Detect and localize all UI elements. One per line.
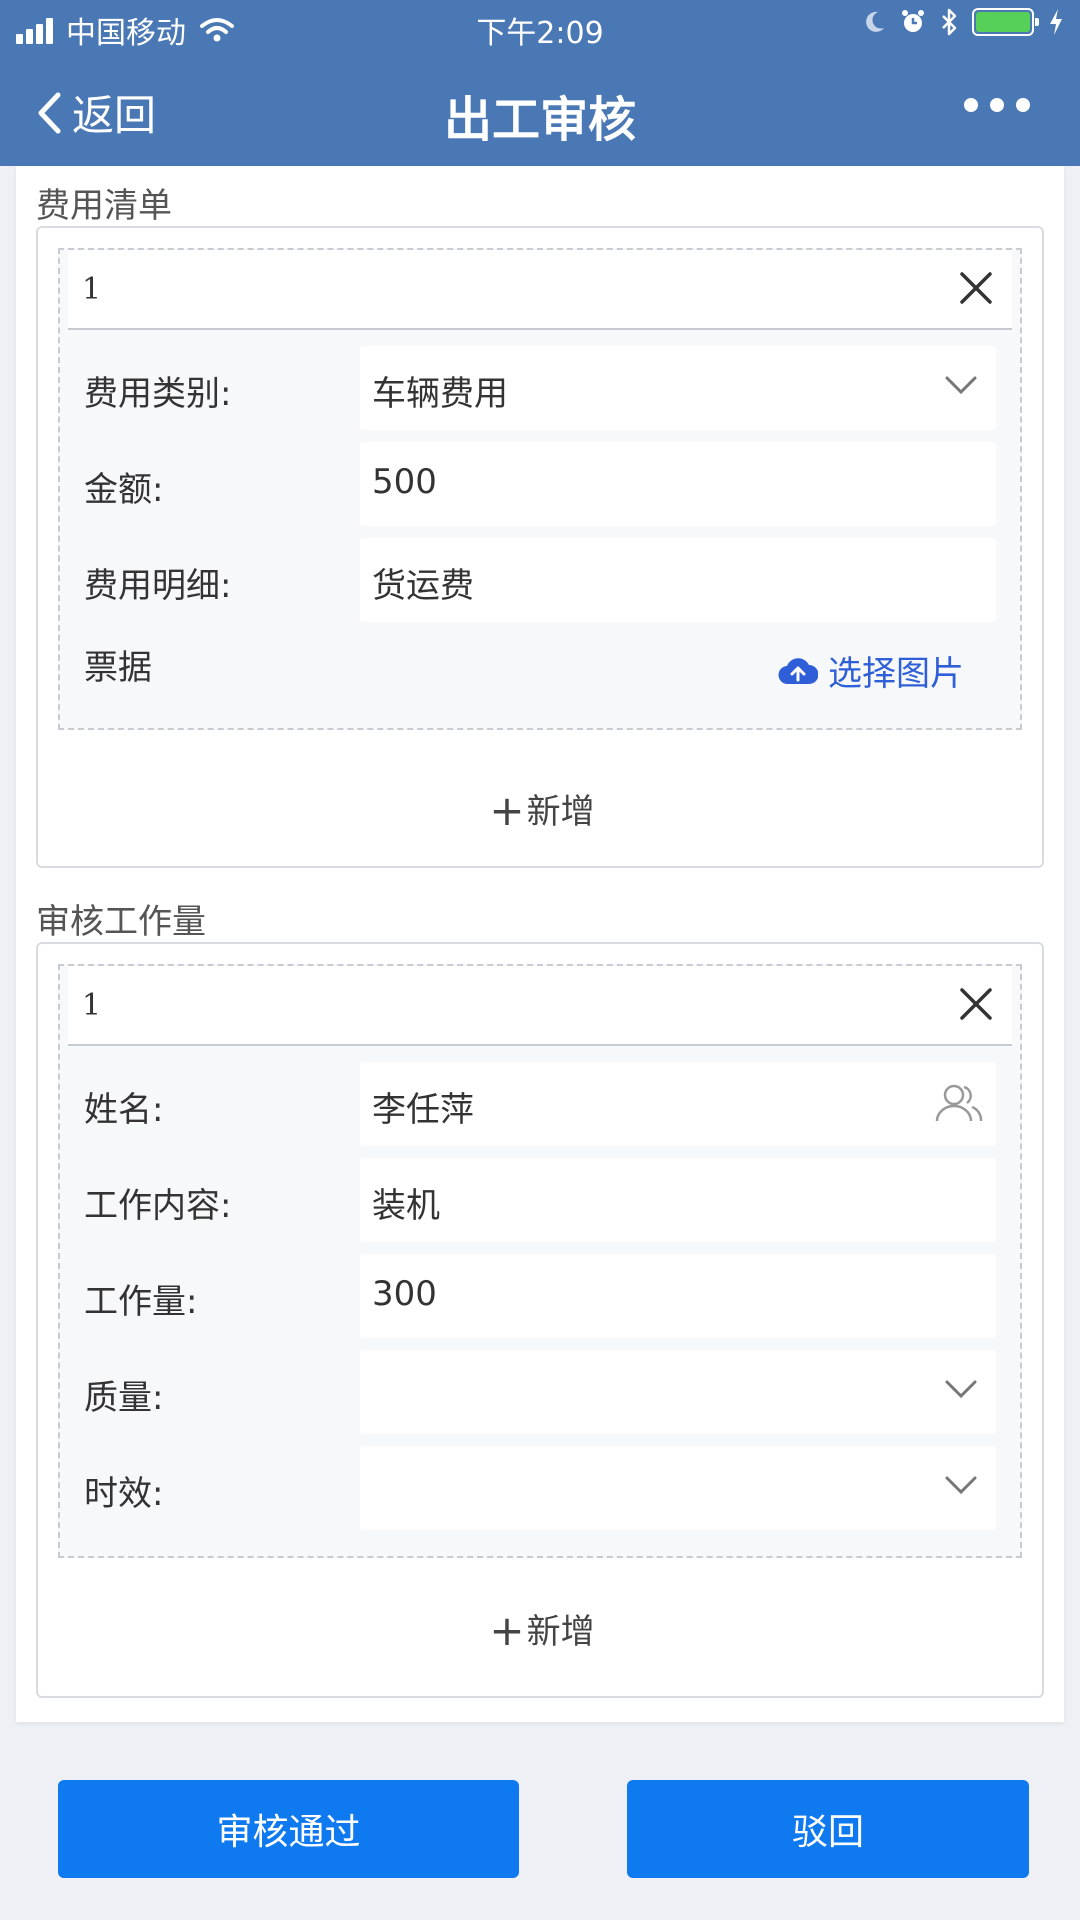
plus-icon: + bbox=[489, 786, 525, 835]
expense-category-value: 车辆费用 bbox=[372, 374, 508, 414]
page-title: 出工审核 bbox=[443, 92, 636, 148]
workload-amount-input[interactable]: 300 bbox=[360, 1254, 996, 1338]
chevron-down-icon bbox=[945, 1380, 977, 1399]
reject-button[interactable]: 驳回 bbox=[627, 1780, 1029, 1878]
work-content-input[interactable]: 装机 bbox=[360, 1158, 996, 1242]
contacts-icon[interactable] bbox=[934, 1082, 984, 1124]
workload-item: 1 姓名: 李任萍 工作内容: 装机 工作量: 300 质量: 时效: bbox=[58, 964, 1022, 1558]
close-icon[interactable] bbox=[958, 270, 994, 306]
expense-category-select[interactable]: 车辆费用 bbox=[360, 346, 996, 430]
timeliness-row: 时效: bbox=[68, 1446, 1012, 1530]
expense-detail-input[interactable]: 货运费 bbox=[360, 538, 996, 622]
expense-detail-label: 费用明细: bbox=[84, 566, 232, 606]
approve-button[interactable]: 审核通过 bbox=[58, 1780, 519, 1878]
quality-select[interactable] bbox=[360, 1350, 996, 1434]
expense-detail-value: 货运费 bbox=[372, 566, 474, 606]
workload-item-index: 1 bbox=[82, 988, 102, 1023]
cloud-upload-icon bbox=[778, 657, 818, 684]
select-image-label: 选择图片 bbox=[828, 654, 964, 694]
alarm-icon bbox=[902, 10, 924, 32]
chevron-down-icon bbox=[945, 376, 977, 395]
chevron-down-icon bbox=[945, 1476, 977, 1495]
expense-item-header: 1 bbox=[68, 250, 1012, 330]
more-menu-button[interactable] bbox=[952, 98, 1030, 112]
expense-card: 1 费用类别: 车辆费用 金额: 500 费用明细: 货运费 票据 选择图片 +… bbox=[36, 226, 1044, 868]
work-content-value: 装机 bbox=[372, 1186, 440, 1226]
bluetooth-icon bbox=[942, 8, 957, 36]
charging-icon bbox=[1050, 9, 1062, 35]
workload-amount-label: 工作量: bbox=[84, 1282, 198, 1322]
name-row: 姓名: 李任萍 bbox=[68, 1062, 1012, 1146]
select-image-button[interactable]: 选择图片 bbox=[778, 646, 964, 695]
workload-section-title: 审核工作量 bbox=[36, 902, 206, 942]
add-workload-button[interactable]: +新增 bbox=[38, 1604, 1046, 1655]
expense-item: 1 费用类别: 车辆费用 金额: 500 费用明细: 货运费 票据 选择图片 bbox=[58, 248, 1022, 730]
amount-input[interactable]: 500 bbox=[360, 442, 996, 526]
expense-detail-row: 费用明细: 货运费 bbox=[68, 538, 1012, 622]
close-icon[interactable] bbox=[958, 986, 994, 1022]
dot-icon bbox=[1016, 98, 1030, 112]
timeliness-select[interactable] bbox=[360, 1446, 996, 1530]
name-value: 李任萍 bbox=[372, 1090, 474, 1130]
quality-label: 质量: bbox=[84, 1378, 164, 1418]
status-bar: 中国移动 下午2:09 bbox=[0, 0, 1080, 54]
expense-item-index: 1 bbox=[82, 272, 102, 307]
back-button[interactable]: 返回 bbox=[36, 82, 156, 143]
moon-icon bbox=[866, 11, 884, 32]
expense-section-title: 费用清单 bbox=[36, 186, 172, 226]
add-expense-button[interactable]: +新增 bbox=[38, 784, 1046, 835]
dot-icon bbox=[990, 98, 1004, 112]
timeliness-label: 时效: bbox=[84, 1474, 164, 1514]
back-label: 返回 bbox=[72, 91, 157, 140]
battery-icon bbox=[972, 8, 1039, 36]
add-workload-label: 新增 bbox=[526, 1612, 595, 1652]
plus-icon: + bbox=[489, 1606, 525, 1655]
expense-category-row: 费用类别: 车辆费用 bbox=[68, 346, 1012, 430]
name-input[interactable]: 李任萍 bbox=[360, 1062, 996, 1146]
name-label: 姓名: bbox=[84, 1090, 164, 1130]
workload-item-header: 1 bbox=[68, 966, 1012, 1046]
chevron-left-icon bbox=[38, 92, 61, 133]
expense-category-label: 费用类别: bbox=[84, 374, 232, 414]
workload-amount-value: 300 bbox=[372, 1274, 437, 1314]
work-content-row: 工作内容: 装机 bbox=[68, 1158, 1012, 1242]
workload-card: 1 姓名: 李任萍 工作内容: 装机 工作量: 300 质量: 时效: +新增 bbox=[36, 942, 1044, 1698]
receipt-label: 票据 bbox=[84, 648, 152, 688]
amount-row: 金额: 500 bbox=[68, 442, 1012, 526]
nav-bar: 返回 出工审核 bbox=[0, 54, 1080, 166]
receipt-row: 票据 选择图片 bbox=[68, 632, 1012, 716]
work-content-label: 工作内容: bbox=[84, 1186, 232, 1226]
amount-value: 500 bbox=[372, 462, 437, 502]
workload-amount-row: 工作量: 300 bbox=[68, 1254, 1012, 1338]
form-panel: 费用清单 1 费用类别: 车辆费用 金额: 500 费用明细: 货运费 票据 选… bbox=[16, 166, 1064, 1722]
add-expense-label: 新增 bbox=[526, 792, 595, 832]
dot-icon bbox=[964, 98, 978, 112]
top-bar: 中国移动 下午2:09 返回 出工审核 bbox=[0, 0, 1080, 166]
amount-label: 金额: bbox=[84, 470, 164, 510]
quality-row: 质量: bbox=[68, 1350, 1012, 1434]
